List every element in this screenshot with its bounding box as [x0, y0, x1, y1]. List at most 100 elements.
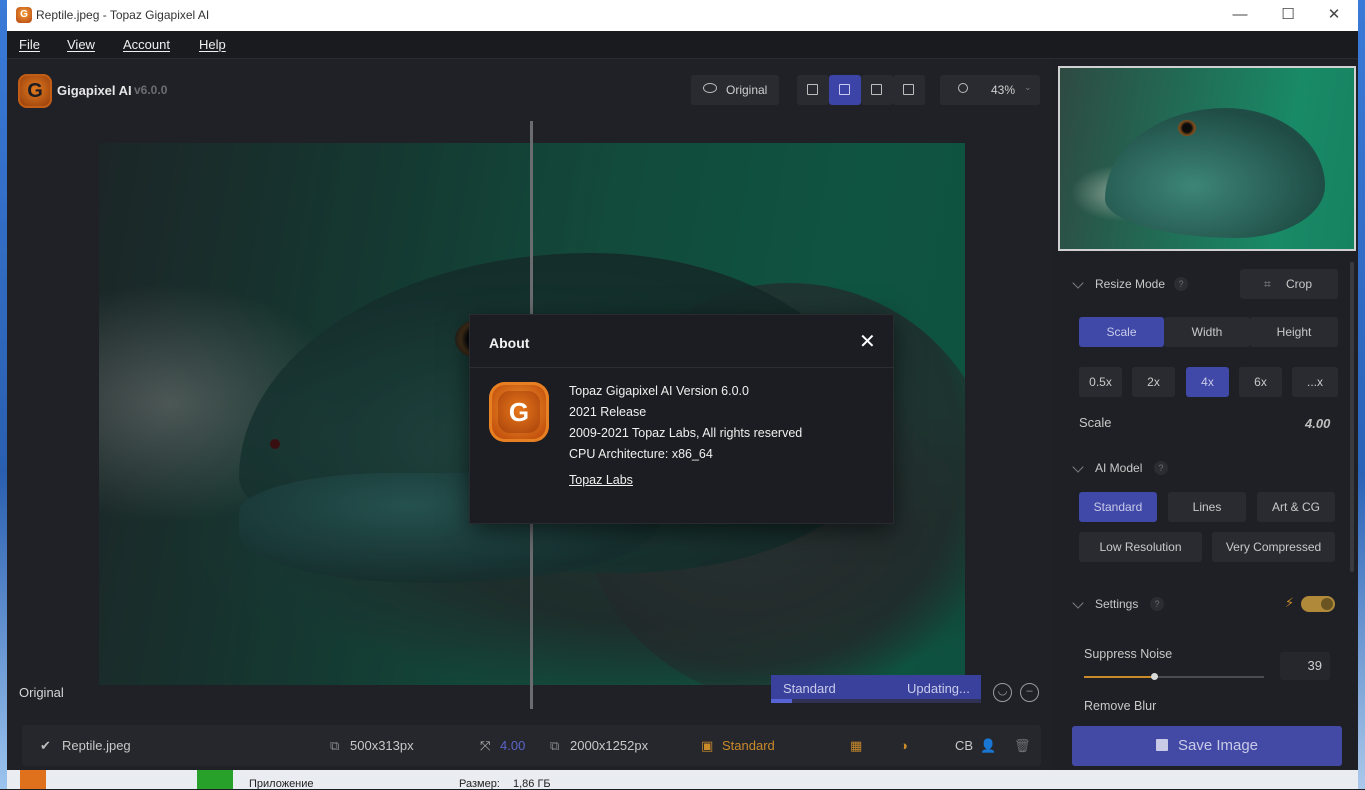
input-size: 500x313px	[350, 738, 414, 753]
brand-name: Gigapixel AI	[57, 83, 132, 98]
preview-status: Updating...	[907, 681, 970, 696]
trash-icon[interactable]: 🗑	[1014, 738, 1031, 754]
zoom-icon	[958, 83, 968, 93]
auto-settings-toggle[interactable]	[1301, 596, 1335, 612]
close-icon[interactable]: ✕	[859, 332, 876, 352]
face-refine-icon[interactable]: 👤	[980, 738, 996, 754]
single-view-icon	[807, 84, 818, 95]
app-icon: G	[16, 7, 32, 23]
zoom-control[interactable]: 43% ⌄	[940, 75, 1040, 105]
model-very-compressed[interactable]: Very Compressed	[1212, 532, 1335, 562]
blur-icon[interactable]: ◑	[900, 738, 908, 753]
preview-progress-fill	[771, 699, 792, 703]
noise-icon[interactable]: ▦	[850, 738, 862, 754]
mode-height[interactable]: Height	[1250, 317, 1338, 347]
menu-help[interactable]: Help	[199, 37, 226, 52]
desktop-right-edge	[1358, 0, 1365, 789]
mode-scale[interactable]: Scale	[1079, 317, 1164, 347]
settings-scrollbar[interactable]	[1350, 262, 1354, 572]
file-name: Reptile.jpeg	[62, 738, 131, 753]
cb-label[interactable]: CB	[955, 738, 973, 753]
scale-readout: 4.00	[1305, 416, 1331, 431]
scale-label: Scale	[1079, 415, 1112, 430]
neutral-feedback-icon[interactable]: ‒	[1020, 683, 1039, 702]
model-standard[interactable]: Standard	[1079, 492, 1157, 522]
view-split-button[interactable]	[829, 75, 861, 105]
save-image-button[interactable]: Save Image	[1072, 726, 1342, 766]
menu-account[interactable]: Account	[123, 37, 170, 52]
model-low-resolution[interactable]: Low Resolution	[1079, 532, 1202, 562]
model-lines[interactable]: Lines	[1168, 492, 1246, 522]
save-icon	[1155, 739, 1168, 751]
preview-model: Standard	[783, 681, 836, 696]
scale-4x[interactable]: 4x	[1186, 367, 1229, 397]
settings-title: Settings	[1095, 597, 1139, 611]
input-size-icon: ⧉	[330, 738, 340, 753]
taskbar-app-icon	[20, 770, 46, 789]
crop-button[interactable]: ⌗ Crop	[1240, 269, 1338, 299]
preview-progress-track	[771, 699, 981, 703]
mode-width[interactable]: Width	[1164, 317, 1250, 347]
output-size: 2000x1252px	[570, 738, 649, 753]
scale-value: 4.00	[500, 738, 526, 753]
model-name: Standard	[722, 738, 775, 753]
side-by-side-icon	[871, 84, 882, 95]
view-fit-button[interactable]	[893, 75, 925, 105]
check-icon: ✔	[40, 738, 51, 753]
menu-bar: File View Account Help	[7, 31, 1358, 59]
suppress-noise-label: Suppress Noise	[1084, 647, 1173, 661]
original-label: Original	[19, 685, 64, 700]
scale-0-5x[interactable]: 0.5x	[1079, 367, 1122, 397]
close-window-button[interactable]: ✕	[1311, 0, 1357, 31]
file-info-bar: ✔ Reptile.jpeg ⧉ 500x313px ⤧ 4.00 ⧉ 2000…	[22, 725, 1041, 766]
about-cpu-arch: CPU Architecture: x86_64	[569, 447, 713, 461]
chevron-down-icon: ⌄	[1024, 82, 1032, 92]
brand-version: v6.0.0	[134, 83, 168, 97]
about-copyright: 2009-2021 Topaz Labs, All rights reserve…	[569, 426, 803, 440]
view-single-button[interactable]	[797, 75, 829, 105]
desktop-left-edge	[0, 0, 7, 789]
original-toggle-button[interactable]: Original	[691, 75, 779, 105]
scale-custom[interactable]: ...x	[1292, 367, 1338, 397]
fit-view-icon	[903, 84, 914, 95]
model-art-cg[interactable]: Art & CG	[1257, 492, 1335, 522]
window-titlebar: G Reptile.jpeg - Topaz Gigapixel AI — ☐ …	[7, 0, 1358, 31]
auto-lightning-icon: ⚡	[1285, 595, 1295, 610]
remove-blur-label: Remove Blur	[1084, 699, 1157, 713]
scale-2x[interactable]: 2x	[1132, 367, 1175, 397]
about-title: About	[489, 335, 530, 351]
suppress-noise-fill	[1084, 676, 1155, 678]
eye-off-icon	[703, 83, 717, 93]
ai-model-help-icon[interactable]: ?	[1154, 461, 1168, 475]
topaz-labs-link[interactable]: Topaz Labs	[569, 473, 633, 487]
output-size-icon: ⧉	[550, 738, 560, 753]
crop-icon: ⌗	[1264, 277, 1271, 291]
window-title: Reptile.jpeg - Topaz Gigapixel AI	[36, 8, 210, 22]
minimize-button[interactable]: —	[1217, 0, 1263, 31]
maximize-button[interactable]: ☐	[1265, 0, 1311, 31]
scale-6x[interactable]: 6x	[1239, 367, 1282, 397]
thumb-lizard-eye	[1178, 120, 1196, 136]
scale-icon: ⤧	[480, 738, 491, 753]
resize-mode-help-icon[interactable]: ?	[1174, 277, 1188, 291]
topaz-gigapixel-logo-icon: G	[489, 382, 549, 442]
smile-feedback-icon[interactable]: ◡	[993, 683, 1012, 702]
zoom-value: 43%	[991, 83, 1016, 97]
split-view-icon	[839, 84, 850, 95]
gigapixel-logo-icon: G	[18, 74, 52, 108]
resize-mode-title: Resize Mode	[1095, 277, 1166, 291]
ai-model-title: AI Model	[1095, 461, 1143, 475]
suppress-noise-input[interactable]: 39	[1280, 652, 1330, 680]
desktop-background-strip: Приложение Размер: 1,86 ГБ	[7, 770, 1358, 790]
about-dialog-header: About ✕	[470, 315, 893, 368]
about-release: 2021 Release	[569, 405, 647, 419]
taskbar-green-icon	[197, 770, 233, 789]
model-icon: ▣	[701, 738, 714, 753]
preview-status-bar: Standard Updating...	[771, 675, 981, 703]
menu-file[interactable]: File	[19, 37, 40, 52]
navigator-thumbnail[interactable]	[1058, 66, 1356, 251]
settings-help-icon[interactable]: ?	[1150, 597, 1164, 611]
menu-view[interactable]: View	[67, 37, 95, 52]
view-side-by-side-button[interactable]	[861, 75, 893, 105]
thumb-lizard	[1105, 108, 1325, 238]
